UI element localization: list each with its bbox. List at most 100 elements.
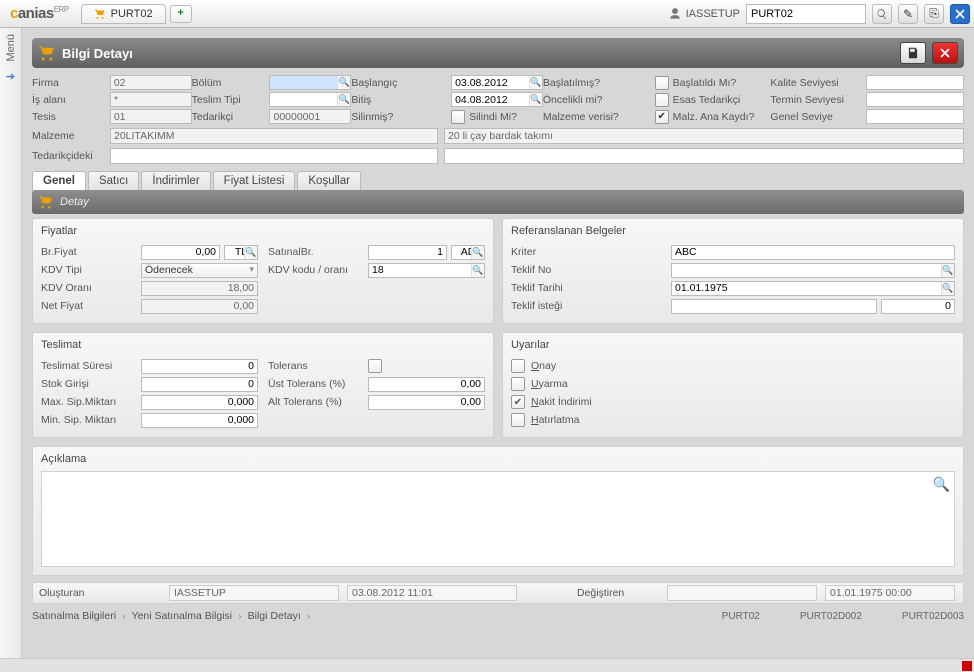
oncelikli-label: Öncelikli mi? <box>543 94 655 106</box>
close-module-button[interactable] <box>932 42 958 64</box>
teklifno-input[interactable] <box>671 263 955 278</box>
tab-indirimler[interactable]: İndirimler <box>141 171 210 190</box>
baslatildi-mi-checkbox[interactable] <box>655 76 669 90</box>
termin-label: Termin Seviyesi <box>770 94 866 106</box>
esas-tedarikci-checkbox[interactable] <box>655 93 669 107</box>
referans-panel: Referanslanan Belgeler Kriter Teklif No🔍… <box>502 218 964 324</box>
tedarikci-label: Tedarikçi <box>192 111 270 123</box>
teklifistegi-input-b[interactable] <box>881 299 955 314</box>
tab-satici[interactable]: Satıcı <box>88 171 139 190</box>
lookup-icon[interactable]: 🔍 <box>337 76 350 89</box>
brfiyat-input[interactable] <box>141 245 220 260</box>
status-indicator <box>962 661 972 671</box>
bottom-strip <box>0 658 974 672</box>
tolerans-checkbox[interactable] <box>368 359 382 373</box>
kalite-label: Kalite Seviyesi <box>770 77 866 89</box>
aciklama-textarea[interactable]: 🔍 <box>41 471 955 567</box>
module-header: Bilgi Detayı <box>32 38 964 68</box>
kriter-input[interactable] <box>671 245 955 260</box>
app-bar: caniasERP PURT02 + IASSETUP ✎ ⎘ <box>0 0 974 28</box>
module-title: Bilgi Detayı <box>62 46 133 61</box>
olusturan-time <box>347 585 517 601</box>
uyarilar-title: Uyarılar <box>511 339 955 351</box>
malzeme-input[interactable] <box>110 128 438 144</box>
search-icon <box>876 8 888 20</box>
isalani-input[interactable] <box>110 92 192 107</box>
netfiyat-input <box>141 299 258 314</box>
detail-strip: Detay <box>32 190 964 214</box>
genel-seviye-label: Genel Seviye <box>770 111 866 123</box>
onay-checkbox[interactable] <box>511 359 525 373</box>
tedarikcideki-input-b[interactable] <box>444 148 964 164</box>
tekliftarihi-input[interactable] <box>671 281 955 296</box>
termin-input[interactable] <box>866 92 964 107</box>
malzeme-label: Malzeme <box>32 130 110 142</box>
kdvtipi-select[interactable]: Ödenecek <box>141 263 258 278</box>
lookup-icon[interactable]: 🔍 <box>941 264 954 277</box>
tab-fiyat-listesi[interactable]: Fiyat Listesi <box>213 171 296 190</box>
max-sip-input[interactable] <box>141 395 258 410</box>
referans-title: Referanslanan Belgeler <box>511 225 955 237</box>
appbar-action-1[interactable]: ✎ <box>898 4 918 24</box>
status-c: PURT02D003 <box>902 611 964 622</box>
tab-genel[interactable]: Genel <box>32 171 86 190</box>
genel-seviye-input[interactable] <box>866 109 964 124</box>
app-search-input[interactable] <box>746 4 866 24</box>
stok-girisi-input[interactable] <box>141 377 258 392</box>
lookup-icon[interactable]: 🔍 <box>941 282 954 295</box>
save-button[interactable] <box>900 42 926 64</box>
hatirlatma-checkbox[interactable] <box>511 413 525 427</box>
alt-tolerans-input[interactable] <box>368 395 485 410</box>
left-menu-handle[interactable]: Menü ➔ <box>0 28 22 658</box>
appbar-close-button[interactable] <box>950 4 970 24</box>
tedarikci-input[interactable] <box>269 109 351 124</box>
cart-icon <box>38 194 54 210</box>
silinmis-label: Silinmiş? <box>351 111 451 123</box>
uyarma-checkbox[interactable] <box>511 377 525 391</box>
malz-ana-checkbox[interactable] <box>655 110 669 124</box>
ust-tolerans-input[interactable] <box>368 377 485 392</box>
kalite-input[interactable] <box>866 75 964 90</box>
person-icon <box>668 7 682 21</box>
nakit-indirimi-checkbox[interactable] <box>511 395 525 409</box>
close-icon <box>953 7 967 21</box>
search-button[interactable] <box>872 4 892 24</box>
tesis-input[interactable] <box>110 109 192 124</box>
satinalbr-input[interactable] <box>368 245 447 260</box>
tab-kosullar[interactable]: Koşullar <box>297 171 361 190</box>
degistiren-value <box>667 585 817 601</box>
crumb-c[interactable]: Bilgi Detayı <box>248 610 301 622</box>
module-tab[interactable]: PURT02 <box>81 4 166 24</box>
teslimtipi-label: Teslim Tipi <box>192 94 270 106</box>
add-tab-button[interactable]: + <box>170 5 192 23</box>
detail-strip-label: Detay <box>60 196 89 208</box>
lookup-icon[interactable]: 🔍 <box>529 93 542 106</box>
firma-label: Firma <box>32 77 110 89</box>
malzeme-desc-input[interactable] <box>444 128 964 144</box>
fiyatlar-title: Fiyatlar <box>41 225 485 237</box>
baslangic-label: Başlangıç <box>351 77 451 89</box>
lookup-icon[interactable]: 🔍 <box>337 93 350 106</box>
tab-strip: Genel Satıcı İndirimler Fiyat Listesi Ko… <box>32 171 964 190</box>
lookup-icon[interactable]: 🔍 <box>244 246 257 259</box>
lookup-icon[interactable]: 🔍 <box>471 264 484 277</box>
kdvkodu-input[interactable] <box>368 263 485 278</box>
tedarikcideki-input-a[interactable] <box>110 148 438 164</box>
silindi-mi-checkbox[interactable] <box>451 110 465 124</box>
crumb-a[interactable]: Satınalma Bilgileri <box>32 610 116 622</box>
firma-input[interactable] <box>110 75 192 90</box>
teslimat-suresi-input[interactable] <box>141 359 258 374</box>
crumb-b[interactable]: Yeni Satınalma Bilgisi <box>132 610 233 622</box>
olusturan-label: Oluşturan <box>39 587 169 599</box>
olusturan-value <box>169 585 339 601</box>
teklifistegi-input-a[interactable] <box>671 299 877 314</box>
min-sip-input[interactable] <box>141 413 258 428</box>
lookup-icon[interactable]: 🔍 <box>471 246 484 259</box>
left-menu-label: Menü <box>5 34 17 62</box>
cart-icon <box>94 8 106 20</box>
app-logo: caniasERP <box>4 5 75 22</box>
fiyatlar-panel: Fiyatlar Br.Fiyat🔍 KDV TipiÖdenecek KDV … <box>32 218 494 324</box>
appbar-action-2[interactable]: ⎘ <box>924 4 944 24</box>
zoom-icon[interactable]: 🔍 <box>933 476 950 493</box>
lookup-icon[interactable]: 🔍 <box>529 76 542 89</box>
